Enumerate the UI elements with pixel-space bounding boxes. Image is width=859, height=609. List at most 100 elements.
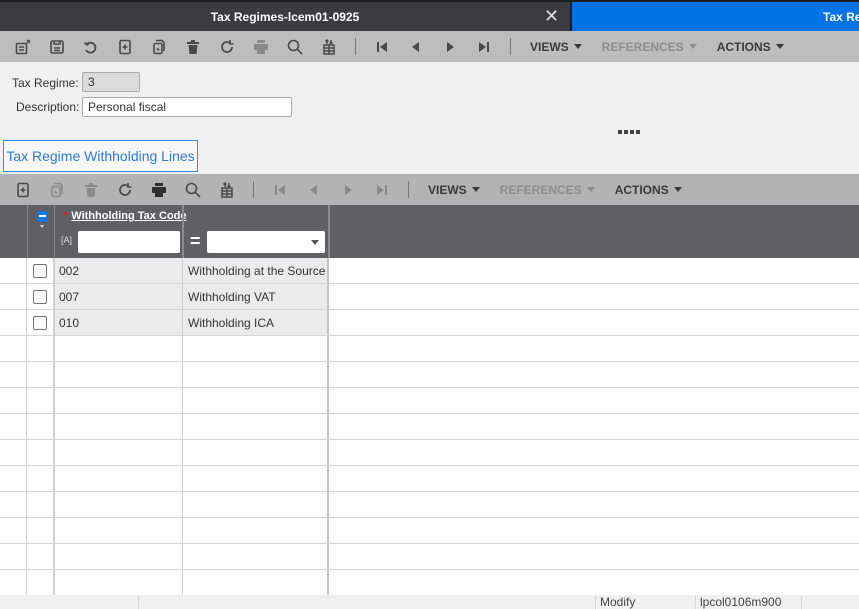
row-indicator-cell[interactable] (0, 336, 27, 361)
row-select-cell[interactable] (27, 492, 55, 517)
withholding-description-cell[interactable] (183, 492, 329, 517)
row-checkbox[interactable] (33, 315, 47, 330)
withholding-code-cell[interactable]: 010 (55, 310, 183, 335)
new-record-button[interactable] (108, 31, 142, 62)
row-indicator-cell[interactable] (0, 310, 27, 335)
withholding-code-cell[interactable]: 007 (55, 284, 183, 309)
row-select-cell[interactable] (27, 570, 55, 595)
last-record-button[interactable] (467, 31, 501, 62)
column-divider[interactable] (328, 205, 330, 258)
withholding-description-cell[interactable]: Withholding ICA (183, 310, 329, 335)
row-select-cell[interactable] (27, 518, 55, 543)
duplicate-button[interactable] (142, 31, 176, 62)
grid-find-button[interactable] (176, 174, 210, 205)
find-button[interactable] (278, 31, 312, 62)
table-row[interactable] (0, 570, 859, 595)
row-select-cell[interactable] (27, 336, 55, 361)
views-menu[interactable]: VIEWS (520, 40, 592, 54)
withholding-description-cell[interactable] (183, 466, 329, 491)
tab-tax-regime-withholding-lines[interactable]: Tax Regime Withholding Lines (3, 140, 198, 172)
grid-first-button[interactable] (263, 174, 297, 205)
row-indicator-cell[interactable] (0, 362, 27, 387)
actions-menu[interactable]: ACTIONS (707, 40, 794, 54)
row-indicator-cell[interactable] (0, 440, 27, 465)
withholding-description-cell[interactable] (183, 544, 329, 569)
withholding-description-cell[interactable] (183, 414, 329, 439)
table-row[interactable]: 010 Withholding ICA (0, 310, 859, 336)
row-select-cell[interactable] (27, 362, 55, 387)
grid-actions-menu[interactable]: ACTIONS (605, 183, 692, 197)
code-filter-input[interactable] (78, 231, 180, 253)
withholding-description-cell[interactable] (183, 570, 329, 595)
tab-tax-regimes[interactable]: Tax Regimes-lcem01-0925 ✕ (0, 2, 570, 31)
row-select-cell[interactable] (27, 544, 55, 569)
grid-delete-button[interactable] (74, 174, 108, 205)
grid-next-button[interactable] (331, 174, 365, 205)
withholding-description-cell[interactable] (183, 336, 329, 361)
row-indicator-cell[interactable] (0, 492, 27, 517)
withholding-code-cell[interactable] (55, 518, 183, 543)
filter-case-icon[interactable]: [A] (61, 235, 72, 245)
grid-print-button[interactable] (142, 174, 176, 205)
column-divider[interactable] (182, 205, 184, 258)
grid-references-menu[interactable]: REFERENCES (490, 183, 605, 197)
column-header-withholding-tax-code[interactable]: * Withholding Tax Code (63, 210, 186, 222)
table-row[interactable]: 007 Withholding VAT (0, 284, 859, 310)
row-select-cell[interactable] (27, 388, 55, 413)
row-indicator-cell[interactable] (0, 518, 27, 543)
more-options-icon[interactable] (618, 130, 640, 134)
row-checkbox[interactable] (33, 289, 47, 304)
print-button[interactable] (244, 31, 278, 62)
withholding-code-cell[interactable] (55, 544, 183, 569)
withholding-code-cell[interactable] (55, 466, 183, 491)
table-row[interactable] (0, 518, 859, 544)
description-filter-select[interactable] (207, 231, 325, 253)
tab-tax-regimes-active[interactable]: Tax Regi (572, 2, 859, 31)
row-select-cell[interactable] (27, 258, 55, 283)
table-row[interactable] (0, 466, 859, 492)
refresh-button[interactable] (210, 31, 244, 62)
withholding-code-cell[interactable] (55, 440, 183, 465)
row-indicator-cell[interactable] (0, 284, 27, 309)
row-indicator-cell[interactable] (0, 388, 27, 413)
row-indicator-cell[interactable] (0, 544, 27, 569)
grid-view-button[interactable] (312, 31, 346, 62)
tax-regime-field[interactable] (82, 72, 140, 92)
withholding-description-cell[interactable] (183, 388, 329, 413)
withholding-code-cell[interactable] (55, 570, 183, 595)
withholding-code-cell[interactable] (55, 336, 183, 361)
row-checkbox[interactable] (33, 263, 47, 278)
row-select-cell[interactable] (27, 440, 55, 465)
cancel-new-button[interactable] (6, 31, 40, 62)
grid-refresh-button[interactable] (108, 174, 142, 205)
grid-duplicate-button[interactable] (40, 174, 74, 205)
previous-record-button[interactable] (399, 31, 433, 62)
grid-view-toggle-button[interactable] (210, 174, 244, 205)
withholding-description-cell[interactable] (183, 440, 329, 465)
withholding-description-cell[interactable] (183, 362, 329, 387)
table-row[interactable] (0, 362, 859, 388)
grid-last-button[interactable] (365, 174, 399, 205)
withholding-description-cell[interactable]: Withholding at the Source (183, 258, 329, 283)
withholding-code-cell[interactable] (55, 388, 183, 413)
grid-views-menu[interactable]: VIEWS (418, 183, 490, 197)
description-field[interactable] (82, 97, 292, 117)
row-select-cell[interactable] (27, 284, 55, 309)
withholding-description-cell[interactable] (183, 518, 329, 543)
row-indicator-cell[interactable] (0, 414, 27, 439)
table-row[interactable] (0, 544, 859, 570)
close-tab-icon[interactable]: ✕ (544, 6, 559, 27)
chevron-down-icon[interactable] (40, 225, 44, 228)
first-record-button[interactable] (365, 31, 399, 62)
next-record-button[interactable] (433, 31, 467, 62)
filter-operator[interactable]: = (190, 232, 201, 250)
row-indicator-cell[interactable] (0, 570, 27, 595)
withholding-code-cell[interactable]: 002 (55, 258, 183, 283)
table-row[interactable]: 002 Withholding at the Source (0, 258, 859, 284)
withholding-code-cell[interactable] (55, 492, 183, 517)
table-row[interactable] (0, 440, 859, 466)
row-indicator-cell[interactable] (0, 258, 27, 283)
withholding-description-cell[interactable]: Withholding VAT (183, 284, 329, 309)
grid-previous-button[interactable] (297, 174, 331, 205)
delete-button[interactable] (176, 31, 210, 62)
